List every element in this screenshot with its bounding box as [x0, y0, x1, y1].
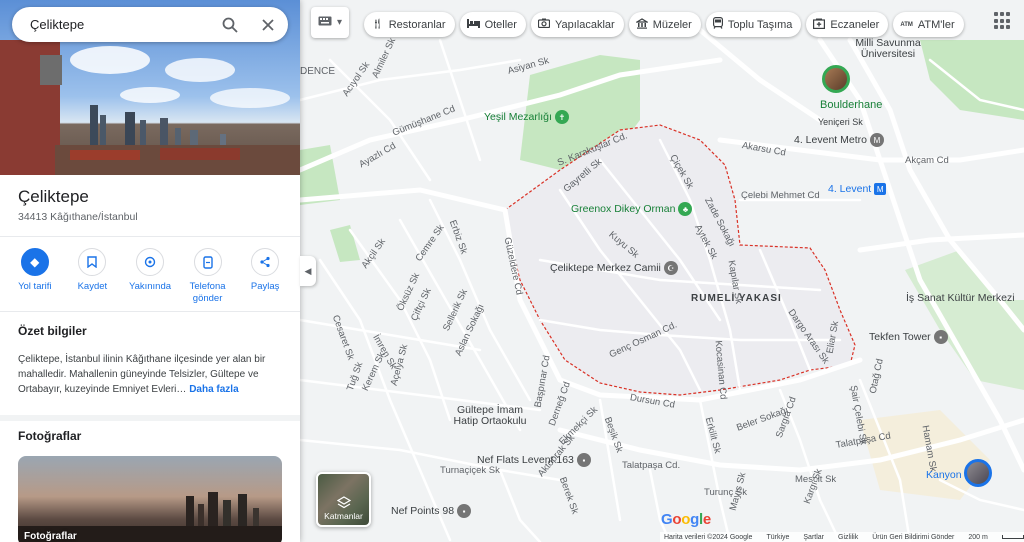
poi-kanyon[interactable]: Kanyon [926, 469, 962, 481]
share-button[interactable]: Paylaş [238, 248, 292, 305]
photos-heading: Fotoğraflar [18, 429, 82, 443]
poi-tekfen-tower[interactable]: Tekfen Tower ▪ [869, 330, 948, 344]
nearby-icon [135, 248, 164, 276]
poi-4-levent[interactable]: 4. Levent M [828, 183, 887, 195]
layers-button[interactable]: Katmanlar [316, 472, 371, 527]
transit-icon [712, 17, 723, 32]
kanyon-photo-marker[interactable] [964, 459, 992, 487]
google-logo: Google [661, 511, 711, 528]
chip-pharmacies[interactable]: Eczaneler [806, 12, 889, 37]
input-tools-button[interactable]: ▾ [311, 7, 349, 38]
bed-icon [466, 18, 480, 31]
directions-icon: ◆ [20, 248, 49, 276]
search-input[interactable] [30, 17, 210, 32]
scale-bar [1001, 535, 1024, 539]
fork-knife-icon: 🍴︎ [371, 19, 384, 30]
place-panel: Çeliktepe 34413 Kâğıthane/İstanbul ◆ Yol… [0, 0, 300, 542]
layers-icon [336, 496, 352, 512]
building-icon: ▪ [576, 453, 591, 467]
boulderhane-photo-marker[interactable] [822, 65, 850, 93]
save-button[interactable]: Kaydet [65, 248, 119, 305]
nearby-button[interactable]: Yakınında [123, 248, 177, 305]
photo-card-label: Fotoğraflar [24, 531, 77, 542]
summary-heading: Özet bilgiler [18, 324, 87, 338]
poi-milli-savunma[interactable]: Milli Savunma Üniversitesi [843, 38, 933, 60]
poi-yesil-mezarligi[interactable]: Yeşil Mezarlığı ✝ [484, 110, 569, 124]
poi-celiktepe-camii[interactable]: Çeliktepe Merkez Camii ☪ [550, 261, 678, 275]
chip-things-to-do[interactable]: Yapılacaklar [530, 12, 624, 37]
map-data-credit: Harita verileri ©2024 Google [664, 533, 753, 541]
footer-link-privacy[interactable]: Gizlilik [838, 534, 858, 541]
directions-button[interactable]: ◆ Yol tarifi [8, 248, 62, 305]
camera-icon [537, 18, 551, 31]
layers-label: Katmanlar [324, 511, 363, 521]
divider [0, 415, 300, 421]
poi-is-sanat[interactable]: İş Sanat Kültür Merkezi [906, 292, 1015, 304]
search-icon[interactable] [220, 15, 240, 35]
footer-link-feedback[interactable]: Ürün Geri Bildirimi Gönder [872, 534, 954, 541]
search-bar[interactable] [12, 7, 288, 42]
skyline-photo [18, 492, 282, 542]
action-row: ◆ Yol tarifi Kaydet Yakınında Telefona g… [0, 248, 300, 305]
close-icon[interactable] [258, 15, 278, 35]
map-footer: Harita verileri ©2024 Google Türkiye Şar… [660, 532, 1024, 542]
chevron-down-icon: ▾ [336, 17, 343, 28]
chevron-left-icon: ◀ [304, 265, 312, 276]
chip-restaurants[interactable]: 🍴︎ Restoranlar [364, 12, 455, 37]
building-icon: ▪ [457, 504, 472, 518]
more-link[interactable]: Daha fazla [189, 384, 238, 395]
chip-transit[interactable]: Toplu Taşıma [705, 12, 802, 37]
atm-icon: ATM [900, 21, 913, 28]
place-address: 34413 Kâğıthane/İstanbul [18, 211, 138, 223]
photo-card[interactable]: Fotoğraflar [18, 456, 282, 542]
share-icon [251, 248, 280, 276]
poi-nef-flats[interactable]: Nef Flats Levent 163 ▪ [477, 453, 591, 467]
metro-icon: M [874, 183, 887, 195]
bookmark-icon [78, 248, 107, 276]
keyboard-icon [318, 16, 332, 29]
collapse-panel-button[interactable]: ◀ [300, 256, 316, 286]
divider [0, 311, 300, 312]
poi-yeniceri[interactable]: Yeniçeri Sk [818, 117, 863, 127]
poi-gultepe-okul[interactable]: Gültepe İmam Hatip Ortaokulu [445, 405, 535, 427]
tree-icon: ♣ [678, 202, 693, 216]
chip-atms[interactable]: ATM ATM'ler [893, 12, 964, 37]
cemetery-icon: ✝ [554, 110, 569, 124]
building-icon: ▪ [933, 330, 948, 344]
summary-text: Çeliktepe, İstanbul ilinin Kâğıthane ilç… [18, 352, 284, 397]
poi-greenox[interactable]: Greenox Dikey Orman ♣ [571, 202, 693, 216]
scale-label[interactable]: 200 m [968, 534, 987, 541]
send-to-phone-button[interactable]: Telefona gönder [181, 248, 235, 305]
footer-link-country[interactable]: Türkiye [766, 534, 789, 541]
place-title: Çeliktepe [18, 187, 89, 206]
poi-nef-points[interactable]: Nef Points 98 ▪ [391, 504, 472, 518]
mosque-icon: ☪ [663, 261, 678, 275]
poi-boulderhane[interactable]: Boulderhane [820, 99, 882, 111]
google-apps-icon[interactable] [994, 12, 1012, 30]
pharmacy-icon [813, 18, 826, 32]
museum-icon [634, 17, 649, 32]
category-chips: 🍴︎ Restoranlar Oteller Yapılacaklar Müze… [364, 12, 964, 37]
chip-hotels[interactable]: Oteller [459, 12, 526, 37]
metro-station-icon: M [869, 133, 884, 147]
divider [0, 236, 300, 237]
place-hero-photo[interactable] [0, 0, 300, 175]
send-to-phone-icon [193, 248, 222, 276]
footer-link-terms[interactable]: Şartlar [803, 534, 824, 541]
chip-museums[interactable]: Müzeler [628, 12, 701, 37]
poi-4-levent-metro[interactable]: 4. Levent Metro M [794, 133, 884, 147]
district-label: RUMELİ YAKASI [691, 293, 782, 304]
